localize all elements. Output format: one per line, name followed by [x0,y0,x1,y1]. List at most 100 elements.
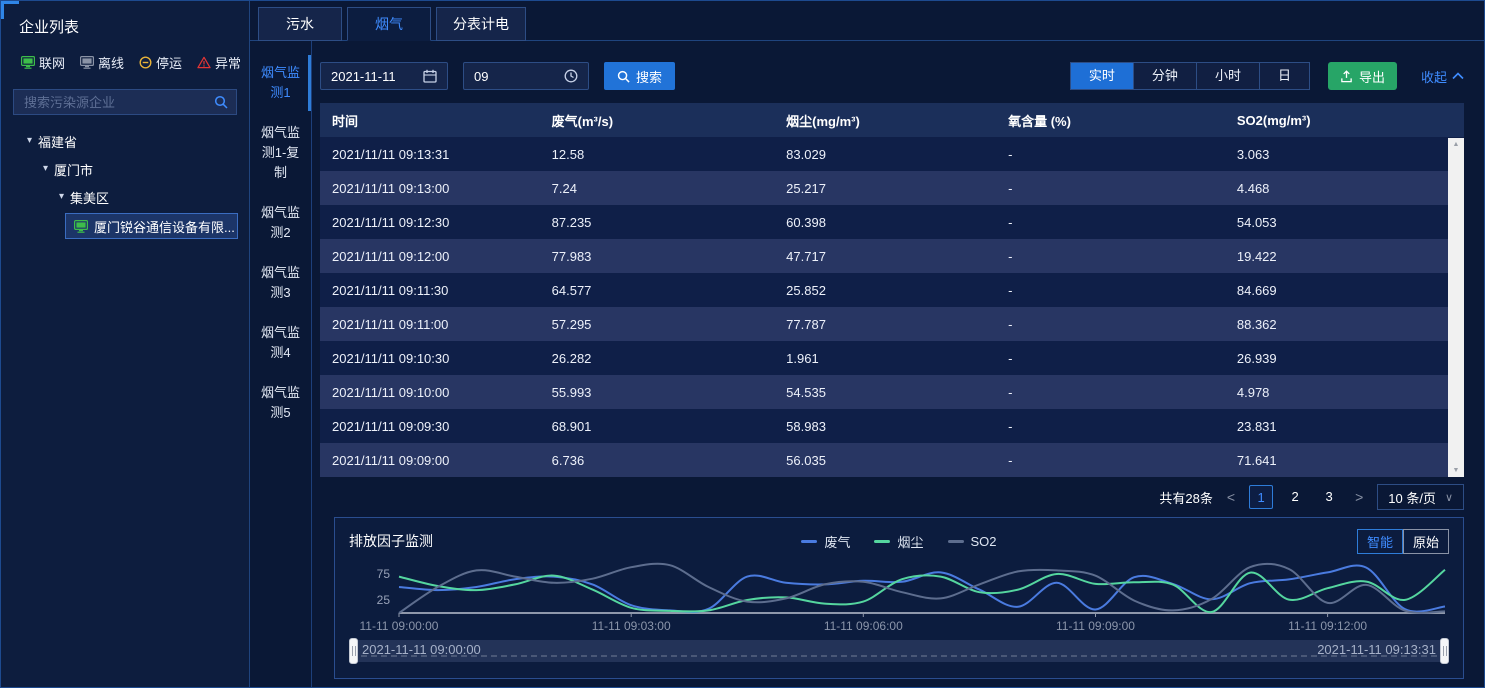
raw-mode-button[interactable]: 原始 [1403,529,1449,554]
svg-text:11-11 09:06:00: 11-11 09:06:00 [824,619,903,633]
tree-node-label: 厦门锐谷通信设备有限... [94,217,235,236]
station-tab-烟气监测2[interactable]: 烟气监测2 [250,195,311,251]
legend-dash-icon [874,540,890,543]
page-button-2[interactable]: 2 [1283,485,1307,509]
warning-triangle-icon [197,56,211,69]
table-row: 2021/11/11 09:13:007.2425.217-4.468 [320,171,1464,205]
enterprise-search-box[interactable] [13,89,237,115]
table-cell: 4.468 [1225,171,1464,205]
main-area: 污水烟气分表计电 烟气监测1烟气监测1-复制烟气监测2烟气监测3烟气监测4烟气监… [250,1,1484,687]
tree-node[interactable]: ▾福建省 [1,127,249,155]
slider-right-handle[interactable] [1440,638,1449,664]
svg-text:75: 75 [377,567,391,581]
svg-text:11-11 09:00:00: 11-11 09:00:00 [360,619,439,633]
legend-item: 停运 [139,53,182,72]
prev-page-icon[interactable]: < [1225,489,1237,505]
table-cell: 60.398 [774,205,996,239]
table-cell: - [996,171,1225,205]
tree-node-selected[interactable]: 厦门锐谷通信设备有限... [65,213,238,239]
table-cell: 68.901 [540,409,775,443]
interval-switch: 实时分钟小时日 [1070,62,1310,90]
tree-node[interactable]: ▾厦门市 [1,155,249,183]
station-tab-strip: 烟气监测1烟气监测1-复制烟气监测2烟气监测3烟气监测4烟气监测5 [250,41,312,687]
tab-污水[interactable]: 污水 [258,7,342,41]
table-scrollbar[interactable]: ▲ ▼ [1448,138,1464,477]
search-input[interactable] [22,94,214,111]
export-button[interactable]: 导出 [1328,62,1397,90]
table-cell: 55.993 [540,375,775,409]
table-cell: 19.422 [1225,239,1464,273]
table-cell: - [996,137,1225,171]
slider-left-handle[interactable] [349,638,358,664]
interval-实时[interactable]: 实时 [1071,63,1133,89]
table-cell: 77.983 [540,239,775,273]
interval-日[interactable]: 日 [1259,63,1309,89]
search-icon[interactable] [214,95,228,109]
table-cell: 1.961 [774,341,996,375]
chart-mode-switch: 智能 原始 [1357,529,1449,554]
chart-legend: 废气 烟尘 SO2 [349,532,1449,551]
legend-dash-icon [948,540,964,543]
interval-分钟[interactable]: 分钟 [1133,63,1196,89]
emission-chart-panel: 排放因子监测 废气烟尘SO2 智能 原始 257511-11 09:00:001… [334,517,1464,679]
interval-小时[interactable]: 小时 [1196,63,1259,89]
time-range-slider[interactable]: 2021-11-11 09:00:00 2021-11-11 09:13:31 [349,640,1449,662]
monitor-online-icon [21,56,35,69]
monitor-online-icon [74,220,88,233]
table-cell: - [996,375,1225,409]
pause-circle-icon [139,56,152,69]
monitor-panel: 2021-11-11 09 [312,41,1484,687]
table-cell: 71.641 [1225,443,1464,477]
scroll-up-icon[interactable]: ▲ [1453,141,1460,148]
chart-legend-废气[interactable]: 废气 [801,532,850,551]
caret-down-icon[interactable]: ▾ [43,164,48,174]
next-page-icon[interactable]: > [1353,489,1365,505]
collapse-link[interactable]: 收起 [1421,67,1464,86]
table-cell: 6.736 [540,443,775,477]
table-cell: 88.362 [1225,307,1464,341]
tab-烟气[interactable]: 烟气 [347,7,431,41]
smart-mode-button[interactable]: 智能 [1357,529,1403,554]
station-tab-烟气监测1[interactable]: 烟气监测1 [250,55,311,111]
query-toolbar: 2021-11-11 09 [320,62,1464,90]
station-tab-烟气监测3[interactable]: 烟气监测3 [250,255,311,311]
caret-down-icon[interactable]: ▾ [27,136,32,146]
hour-value: 09 [474,69,488,84]
table-cell: 54.535 [774,375,996,409]
export-label: 导出 [1359,67,1385,86]
hour-input[interactable]: 09 [463,62,589,90]
search-button[interactable]: 搜索 [604,62,675,90]
table-cell: 58.983 [774,409,996,443]
table-row: 2021/11/11 09:09:3068.90158.983-23.831 [320,409,1464,443]
scroll-down-icon[interactable]: ▼ [1453,467,1460,474]
chart-legend-SO2[interactable]: SO2 [948,532,997,551]
table-cell: 3.063 [1225,137,1464,171]
legend-label: 离线 [98,53,124,72]
slider-end-label: 2021-11-11 09:13:31 [1317,642,1436,657]
svg-text:11-11 09:03:00: 11-11 09:03:00 [592,619,671,633]
date-input[interactable]: 2021-11-11 [320,62,448,90]
caret-down-icon[interactable]: ▾ [59,192,64,202]
tree-node[interactable]: ▾ 集美区 [1,183,249,211]
table-cell: 87.235 [540,205,775,239]
table-cell: 2021/11/11 09:12:30 [320,205,540,239]
station-tab-烟气监测4[interactable]: 烟气监测4 [250,315,311,371]
svg-text:25: 25 [377,593,391,607]
svg-text:11-11 09:12:00: 11-11 09:12:00 [1288,619,1367,633]
chart-legend-烟尘[interactable]: 烟尘 [874,532,923,551]
column-header: SO2(mg/m³) [1225,103,1464,137]
tab-分表计电[interactable]: 分表计电 [436,7,526,41]
column-header: 废气(m³/s) [540,103,775,137]
page-size-select[interactable]: 10 条/页 ∨ [1377,484,1464,510]
page-button-1[interactable]: 1 [1249,485,1273,509]
table-row: 2021/11/11 09:10:3026.2821.961-26.939 [320,341,1464,375]
readings-table: 时间废气(m³/s)烟尘(mg/m³)氧含量 (%)SO2(mg/m³) 202… [320,103,1464,477]
table-cell: - [996,239,1225,273]
tree-node-label: 集美区 [70,188,109,207]
station-tab-烟气监测5[interactable]: 烟气监测5 [250,375,311,431]
table-cell: 12.58 [540,137,775,171]
station-tab-烟气监测1-复制[interactable]: 烟气监测1-复制 [250,115,311,191]
search-button-label: 搜索 [636,67,662,86]
page-button-3[interactable]: 3 [1317,485,1341,509]
table-header-row: 时间废气(m³/s)烟尘(mg/m³)氧含量 (%)SO2(mg/m³) [320,103,1464,137]
